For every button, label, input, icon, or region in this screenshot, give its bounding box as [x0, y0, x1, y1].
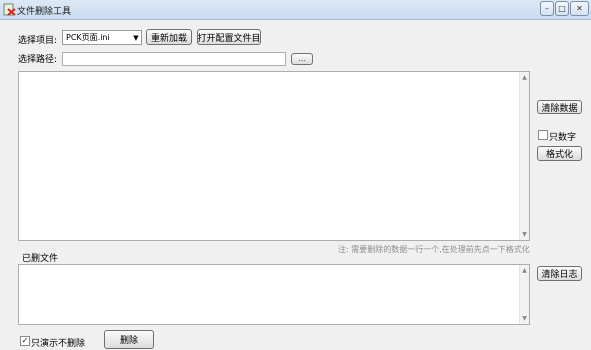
- project-label: 选择项目:: [18, 36, 58, 46]
- project-select-value: PCK页面.ini: [66, 33, 110, 42]
- project-select[interactable]: PCK页面.ini ▼: [62, 30, 142, 45]
- data-textarea[interactable]: ▲ ▼: [18, 71, 530, 241]
- scroll-up-icon[interactable]: ▲: [520, 73, 529, 82]
- data-scrollbar[interactable]: ▲ ▼: [519, 72, 529, 240]
- deleted-files-label: 已删文件: [22, 254, 59, 264]
- app-icon: [3, 3, 16, 16]
- scroll-down-icon[interactable]: ▼: [520, 230, 529, 239]
- title-bar: [0, 0, 591, 20]
- path-label: 选择路径:: [18, 55, 58, 65]
- browse-button[interactable]: ...: [291, 53, 313, 65]
- log-scrollbar[interactable]: ▲ ▼: [519, 265, 529, 324]
- path-input[interactable]: [62, 52, 286, 66]
- chevron-down-icon: ▼: [133, 33, 139, 42]
- close-button[interactable]: ✕: [570, 1, 589, 16]
- clear-log-button[interactable]: 清除日志: [537, 266, 582, 281]
- format-button[interactable]: 格式化: [537, 146, 582, 161]
- log-textarea[interactable]: ▲ ▼: [18, 264, 530, 325]
- numbers-only-label: 只数字: [549, 133, 577, 143]
- demo-only-label: 只演示不删除: [31, 339, 86, 349]
- hint-text: 注: 需要删除的数据一行一个,在处理前先点一下格式化: [338, 245, 530, 254]
- window-title: 文件删除工具: [17, 7, 72, 17]
- scroll-up-icon[interactable]: ▲: [520, 266, 529, 275]
- numbers-only-checkbox[interactable]: [538, 130, 548, 140]
- delete-button[interactable]: 删除: [104, 330, 154, 349]
- reload-button[interactable]: 重新加载: [146, 29, 192, 45]
- maximize-button[interactable]: □: [555, 1, 569, 16]
- open-config-folder-button[interactable]: 打开配置文件目: [197, 29, 261, 45]
- demo-only-checkbox[interactable]: ✓: [20, 336, 30, 346]
- minimize-button[interactable]: –: [540, 1, 554, 16]
- clear-data-button[interactable]: 清除数据: [537, 100, 582, 114]
- scroll-down-icon[interactable]: ▼: [520, 314, 529, 323]
